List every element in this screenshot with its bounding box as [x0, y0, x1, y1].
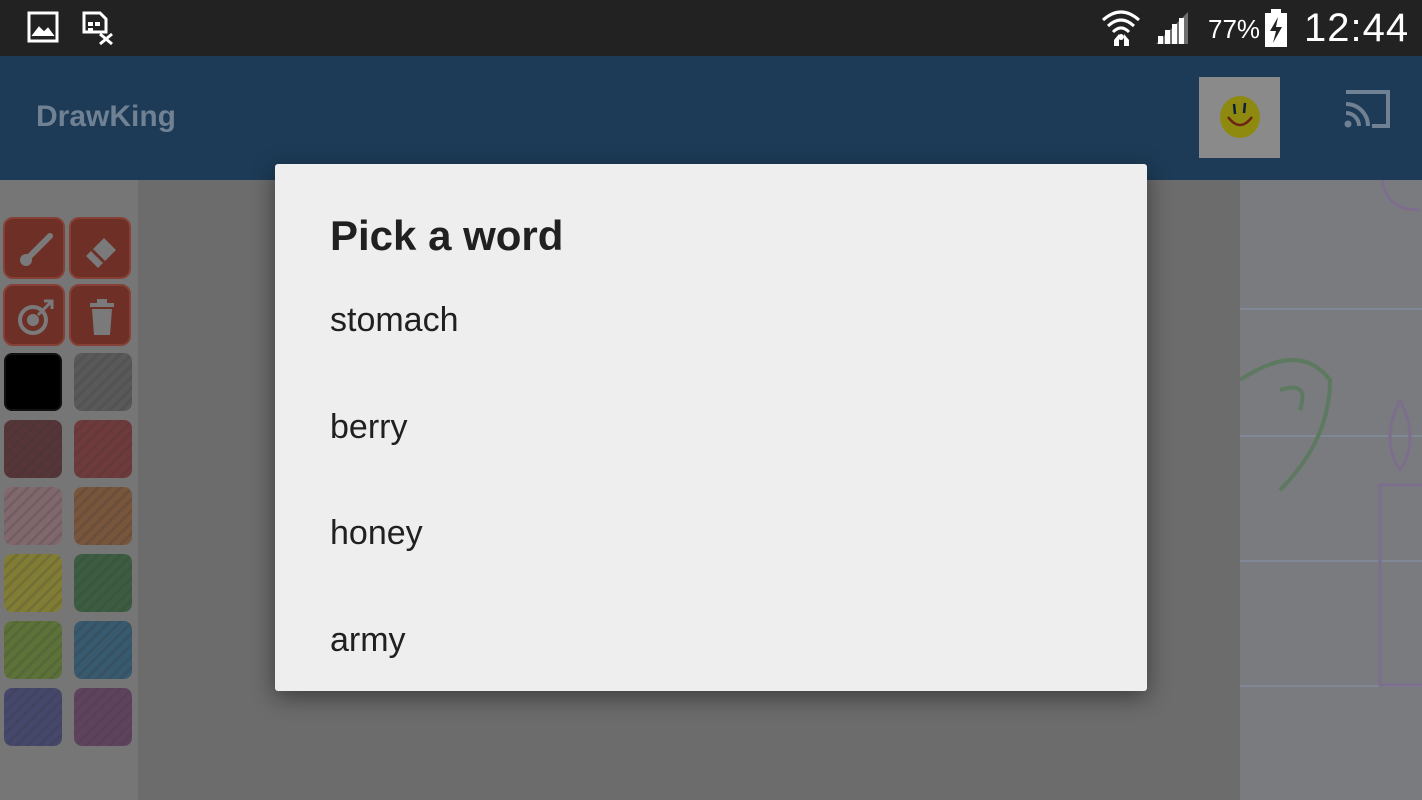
dialog-title: Pick a word — [330, 212, 564, 259]
word-option-label: honey — [330, 514, 423, 552]
battery-percent: 77% — [1208, 14, 1261, 44]
doodle-candle-drawing — [1378, 399, 1422, 687]
doodle-corner-drawing — [1380, 180, 1421, 212]
cast-icon[interactable] — [1340, 86, 1394, 132]
color-swatch[interactable] — [74, 554, 132, 612]
word-option-2[interactable]: berry — [275, 378, 1147, 484]
word-option-3[interactable]: honey — [275, 484, 1147, 590]
clear-canvas-button[interactable] — [69, 284, 131, 346]
color-swatch[interactable] — [4, 554, 62, 612]
eraser-tool-button[interactable] — [69, 217, 131, 279]
color-swatch[interactable] — [4, 420, 62, 478]
cell-signal-icon — [1156, 12, 1188, 44]
brush-icon — [20, 233, 53, 266]
word-option-label: army — [330, 621, 406, 659]
resize-icon — [18, 299, 54, 335]
color-swatch[interactable] — [4, 353, 62, 411]
clock: 12:44 — [1304, 6, 1410, 50]
eraser-icon — [86, 238, 116, 268]
doodle-leaf-drawing — [1240, 358, 1333, 492]
color-swatch[interactable] — [74, 688, 132, 746]
battery-charging-icon — [1265, 9, 1287, 47]
color-swatch[interactable] — [4, 688, 62, 746]
ruled-line — [1240, 308, 1422, 310]
color-swatch[interactable] — [74, 621, 132, 679]
color-swatch[interactable] — [74, 487, 132, 545]
pick-word-dialog: Pick a word stomach berry honey army — [275, 164, 1147, 691]
trash-icon — [90, 299, 114, 335]
color-swatch[interactable] — [74, 353, 132, 411]
wifi-icon — [1102, 10, 1140, 46]
image-icon — [27, 11, 59, 43]
smiley-face-icon — [1220, 96, 1260, 138]
word-option-label: berry — [330, 408, 408, 446]
color-swatch[interactable] — [4, 487, 62, 545]
status-bar: 77% 12:44 — [0, 0, 1422, 56]
app-bar: DrawKing — [0, 56, 1422, 180]
color-swatch[interactable] — [4, 621, 62, 679]
brush-size-button[interactable] — [3, 284, 65, 346]
notebook-paper — [1240, 180, 1422, 800]
avatar-button[interactable] — [1199, 77, 1280, 158]
word-option-4[interactable]: army — [275, 591, 1147, 697]
color-swatch[interactable] — [74, 420, 132, 478]
app-title: DrawKing — [36, 100, 177, 133]
tool-panel — [0, 180, 138, 800]
word-option-label: stomach — [330, 301, 459, 339]
word-option-1[interactable]: stomach — [275, 271, 1147, 377]
sim-card-off-icon — [82, 11, 113, 46]
brush-tool-button[interactable] — [3, 217, 65, 279]
